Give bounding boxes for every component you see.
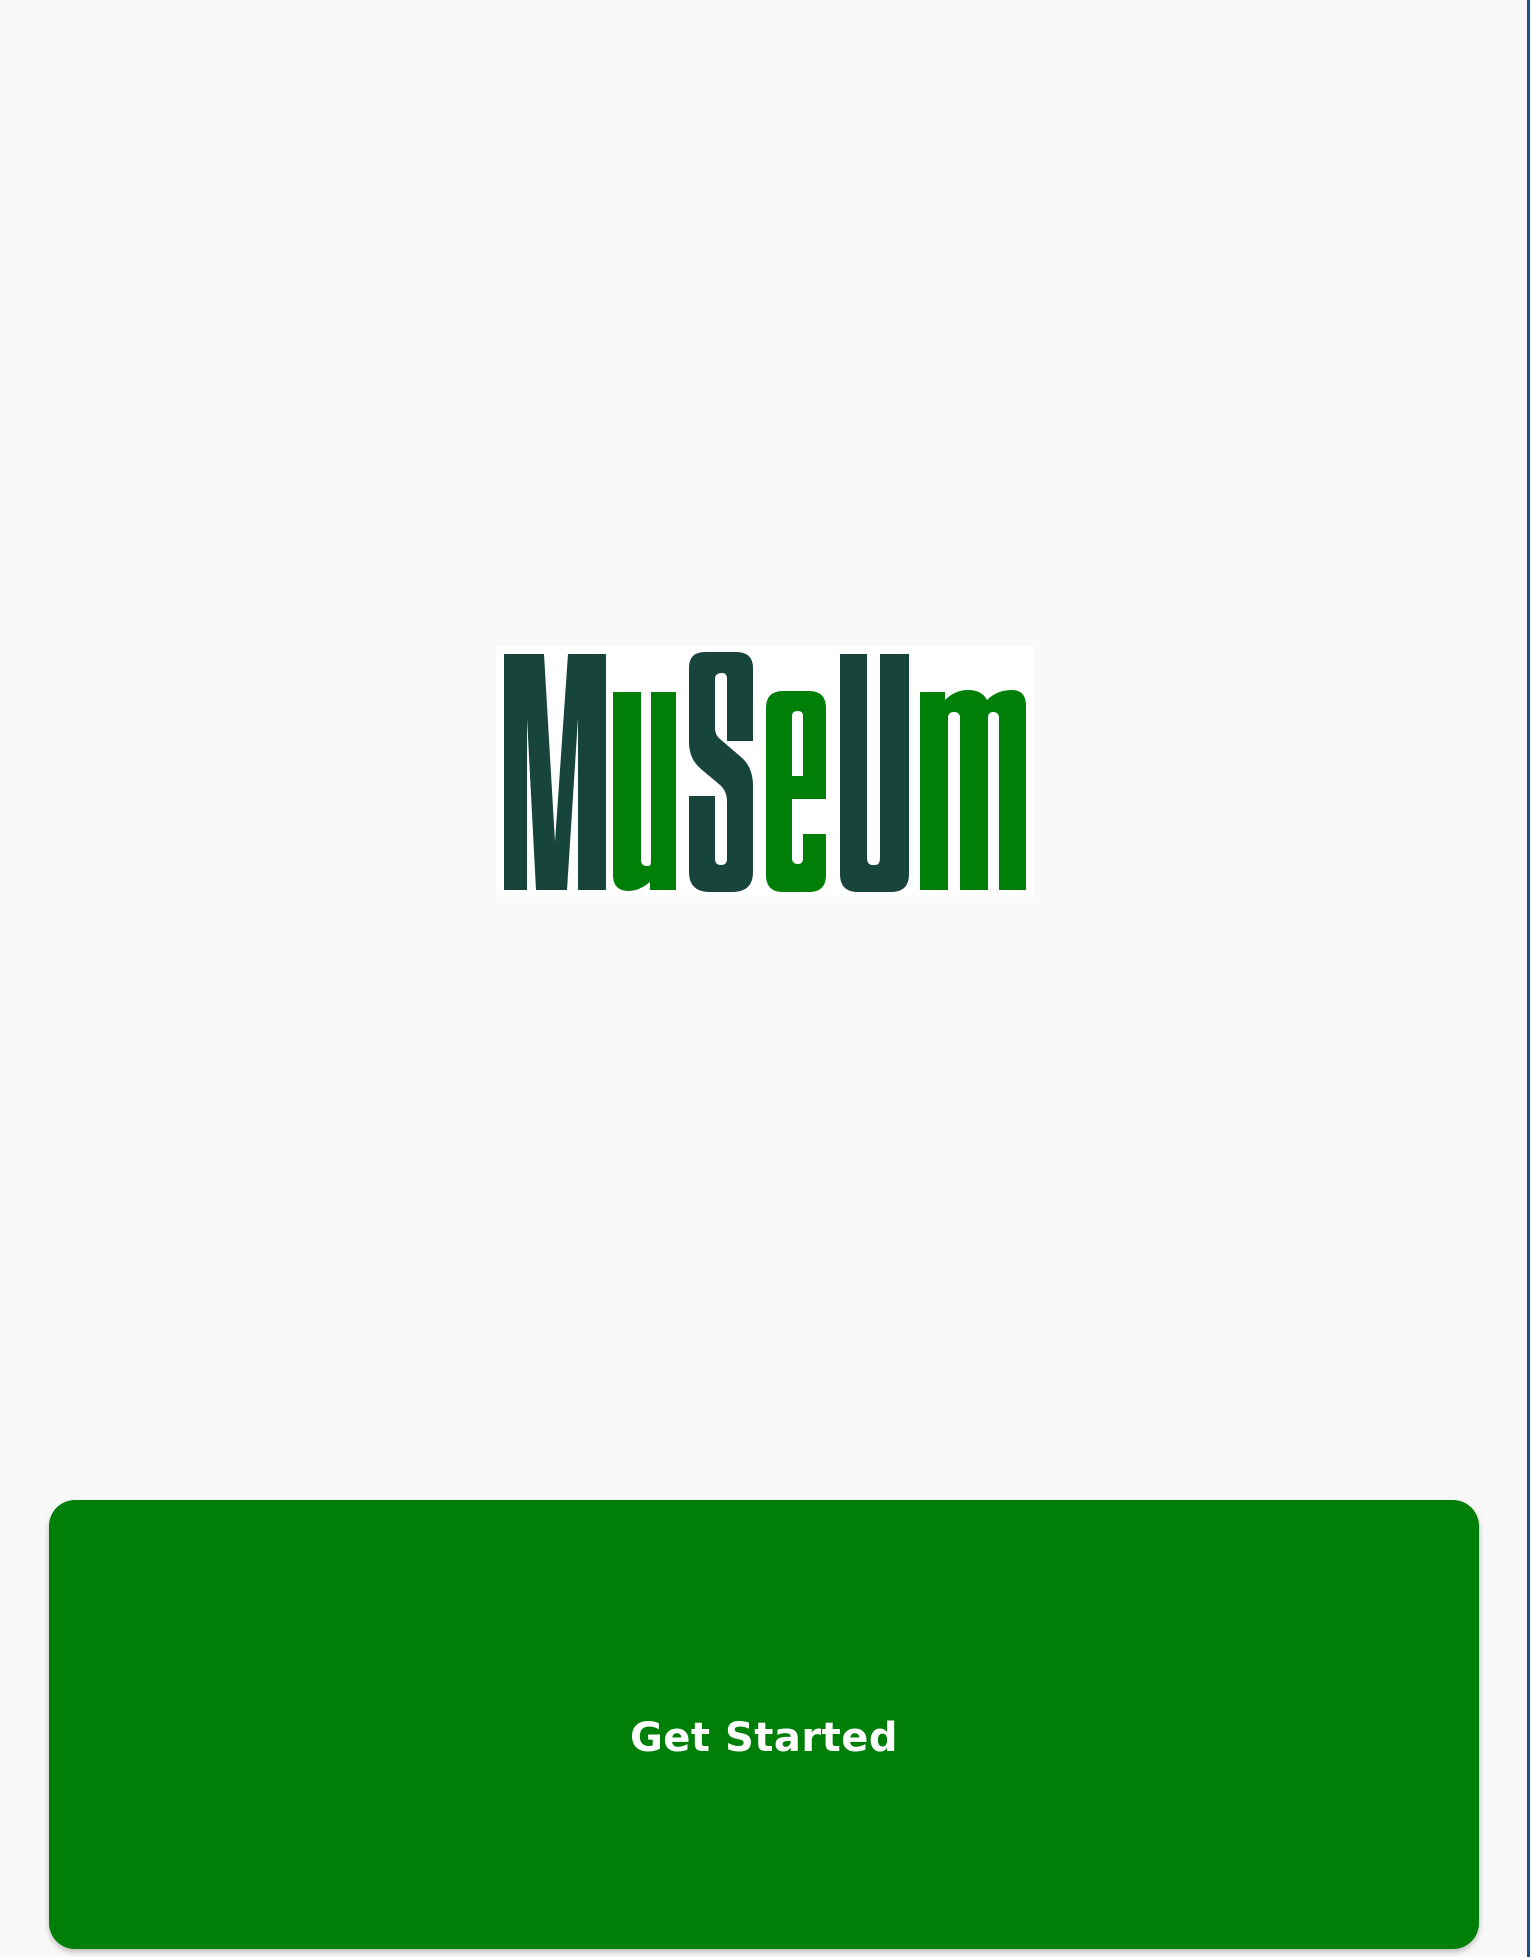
window-edge-divider (1527, 0, 1530, 1957)
logo-text: MuSeUm (496, 897, 497, 898)
get-started-label: Get Started (629, 1715, 899, 1761)
museum-logo: MuSeUm (496, 646, 1034, 897)
museum-wordmark-logo-icon (504, 652, 1026, 892)
get-started-button[interactable]: Get Started (49, 1500, 1479, 1949)
